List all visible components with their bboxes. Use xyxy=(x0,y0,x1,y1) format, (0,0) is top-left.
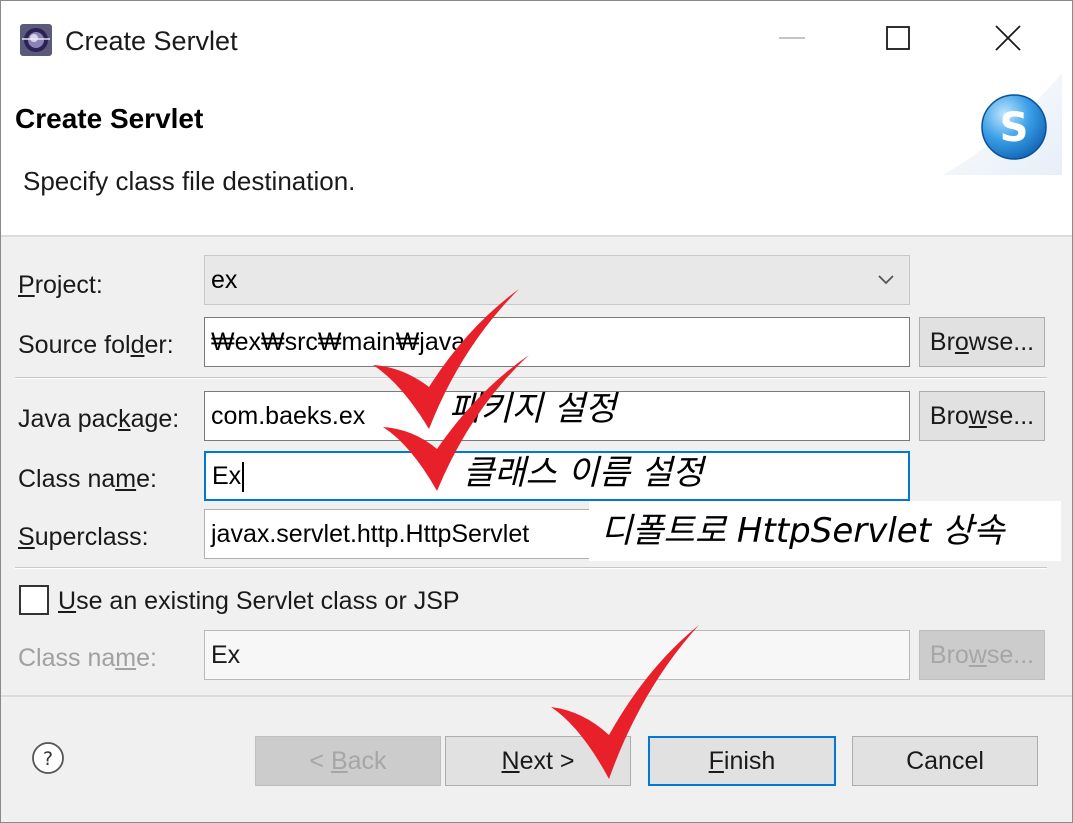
cancel-button[interactable]: Cancel xyxy=(852,736,1038,786)
maximize-icon[interactable] xyxy=(867,15,929,61)
project-combo[interactable]: ex xyxy=(204,255,910,305)
title-bar: Create Servlet xyxy=(1,1,1072,79)
class-name-annotation: 클래스 이름 설정 xyxy=(463,453,704,493)
java-package-label: Java package: xyxy=(18,405,180,433)
use-existing-checkbox[interactable] xyxy=(19,585,49,615)
existing-class-name-label: Class name: xyxy=(18,644,157,672)
use-existing-label[interactable]: Use an existing Servlet class or JSP xyxy=(58,585,460,617)
back-button: < Back xyxy=(255,736,441,786)
existing-class-browse-button: Browse... xyxy=(919,630,1045,680)
wizard-header: Create Servlet Specify class file destin… xyxy=(1,73,1072,235)
chevron-down-icon xyxy=(878,275,894,285)
superclass-annotation: 디폴트로 HttpServlet 상속 xyxy=(589,501,1061,561)
servlet-s-logo-icon: S xyxy=(942,73,1062,175)
eclipse-app-icon xyxy=(20,24,52,56)
source-folder-label: Source folder: xyxy=(18,331,174,359)
wizard-footer: ? < Back Next > Finish Cancel xyxy=(1,697,1072,822)
wizard-title: Create Servlet xyxy=(15,103,204,134)
wizard-message: Specify class file destination. xyxy=(23,166,356,196)
svg-text:?: ? xyxy=(43,748,53,770)
project-combo-value: ex xyxy=(211,266,238,294)
existing-class-name-input: Ex xyxy=(204,630,910,680)
minimize-icon[interactable] xyxy=(761,15,823,61)
section-divider xyxy=(15,567,1047,569)
superclass-label: Superclass: xyxy=(18,523,149,551)
help-icon[interactable]: ? xyxy=(31,741,65,775)
section-divider xyxy=(15,377,1047,379)
svg-text:S: S xyxy=(1000,105,1029,151)
project-label: Project: xyxy=(18,271,103,299)
class-name-label: Class name: xyxy=(18,465,157,493)
package-annotation: 패키지 설정 xyxy=(449,389,617,429)
window-title: Create Servlet xyxy=(65,26,238,56)
next-button[interactable]: Next > xyxy=(445,736,631,786)
close-icon[interactable] xyxy=(976,15,1038,61)
source-folder-input[interactable]: ₩ex₩src₩main₩java xyxy=(204,317,910,367)
create-servlet-dialog: Create Servlet Create Servlet Specify cl… xyxy=(0,0,1073,823)
finish-button[interactable]: Finish xyxy=(648,736,836,786)
wizard-body: Project: ex Source folder: ₩ex₩src₩main₩… xyxy=(1,237,1072,695)
source-folder-browse-button[interactable]: Browse... xyxy=(919,317,1045,367)
text-caret xyxy=(242,462,245,493)
java-package-browse-button[interactable]: Browse... xyxy=(919,391,1045,441)
class-name-input-value: Ex xyxy=(212,462,242,490)
